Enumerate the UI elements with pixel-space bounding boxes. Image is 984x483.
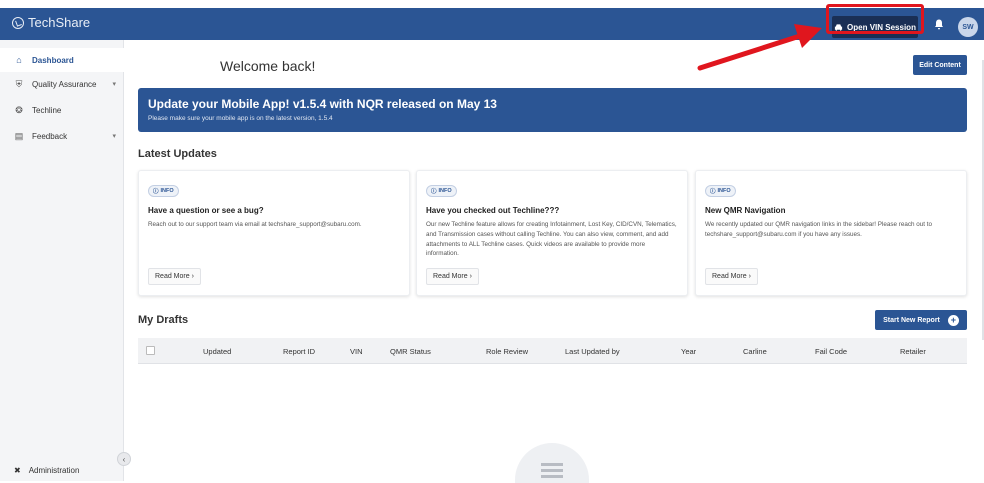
select-all-checkbox[interactable]	[146, 346, 155, 355]
info-badge: ⓘ INFO	[705, 185, 736, 197]
collapse-sidebar-chevron-left-icon[interactable]: ‹	[117, 452, 131, 466]
announcement-banner: Update your Mobile App! v1.5.4 with NQR …	[138, 88, 967, 132]
column-header-vin[interactable]: VIN	[350, 347, 363, 356]
sidebar-item-label: Dashboard	[32, 55, 74, 65]
card-body: We recently updated our QMR navigation l…	[705, 221, 933, 238]
read-more-label: Read More	[155, 273, 190, 280]
sidebar-item-administration[interactable]: ✖ Administration	[14, 466, 79, 475]
sidebar-item-techline[interactable]: ❂ Techline	[0, 98, 124, 122]
update-card: ⓘ INFO Have you checked out Techline??? O…	[416, 170, 688, 296]
badge-label: INFO	[438, 188, 452, 194]
column-header-updated[interactable]: Updated	[203, 347, 231, 356]
update-card: ⓘ INFO New QMR Navigation We recently upd…	[695, 170, 967, 296]
page-title: Welcome back!	[220, 58, 316, 74]
column-header-fail-code[interactable]: Fail Code	[815, 347, 847, 356]
read-more-button[interactable]: Read More ›	[148, 268, 201, 285]
read-more-label: Read More	[433, 273, 468, 280]
chevron-down-icon: ▾	[112, 133, 116, 140]
sidebar-item-label: Feedback	[32, 131, 68, 141]
plus-icon: +	[947, 314, 959, 326]
read-more-label: Read More	[712, 273, 747, 280]
banner-subtitle: Please make sure your mobile app is on t…	[148, 115, 333, 122]
empty-box-icon	[541, 463, 563, 478]
card-title: Have a question or see a bug?	[148, 206, 264, 215]
sidebar-item-quality-assurance[interactable]: ⛨ Quality Assurance ▾	[0, 72, 124, 96]
user-avatar[interactable]: SW	[958, 17, 978, 37]
chevron-right-icon: ›	[191, 273, 194, 280]
start-new-report-button[interactable]: Start New Report +	[875, 310, 967, 330]
logo-mark-icon	[12, 16, 24, 29]
home-icon: ⌂	[16, 55, 22, 65]
info-icon: ⓘ	[710, 189, 716, 195]
card-body: Reach out to our support team via email …	[148, 221, 362, 228]
tools-icon: ✖	[14, 466, 21, 475]
card-title: Have you checked out Techline???	[426, 206, 560, 215]
read-more-button[interactable]: Read More ›	[705, 268, 758, 285]
notifications-bell-icon[interactable]	[934, 19, 944, 33]
my-drafts-heading: My Drafts	[138, 314, 189, 326]
read-more-button[interactable]: Read More ›	[426, 268, 479, 285]
red-annotation-arrow-icon	[697, 24, 822, 71]
feedback-icon: ▤	[14, 130, 24, 141]
techshare-logo[interactable]: TechShare	[12, 15, 90, 30]
update-card: ⓘ INFO Have a question or see a bug? Reac…	[138, 170, 410, 296]
banner-title: Update your Mobile App! v1.5.4 with NQR …	[148, 97, 497, 111]
chevron-right-icon: ›	[469, 273, 472, 280]
latest-updates-heading: Latest Updates	[138, 148, 217, 160]
sidebar-item-label: Administration	[28, 466, 80, 475]
chevron-down-icon: ▾	[112, 81, 116, 88]
sidebar-item-label: Quality Assurance	[32, 79, 97, 89]
red-highlight-box	[826, 4, 924, 34]
empty-state-icon	[515, 443, 589, 483]
column-header-report-id[interactable]: Report ID	[283, 347, 315, 356]
column-header-role-review[interactable]: Role Review	[486, 347, 528, 356]
sidebar-item-dashboard[interactable]: ⌂ Dashboard	[0, 48, 124, 72]
badge-label: INFO	[160, 188, 174, 194]
info-icon: ⓘ	[153, 189, 159, 195]
card-body: Our new Techline feature allows for crea…	[426, 221, 677, 258]
info-badge: ⓘ INFO	[148, 185, 179, 197]
column-header-retailer[interactable]: Retailer	[900, 347, 926, 356]
logo-text: TechShare	[28, 15, 91, 30]
start-new-report-label: Start New Report	[883, 316, 940, 324]
column-header-carline[interactable]: Carline	[743, 347, 767, 356]
column-header-year[interactable]: Year	[681, 347, 696, 356]
card-title: New QMR Navigation	[705, 206, 786, 215]
car-icon: ⛨	[15, 78, 23, 89]
column-header-qmr-status[interactable]: QMR Status	[390, 347, 431, 356]
sidebar: ⌂ Dashboard ⛨ Quality Assurance ▾ ❂ Tech…	[0, 40, 124, 481]
info-icon: ⓘ	[431, 189, 437, 195]
wheel-icon: ❂	[15, 104, 23, 115]
sidebar-item-feedback[interactable]: ▤ Feedback ▾	[0, 124, 124, 148]
edit-content-button[interactable]: Edit Content	[913, 55, 967, 75]
chevron-right-icon: ›	[748, 273, 751, 280]
drafts-table-header: Updated Report ID VIN QMR Status Role Re…	[138, 338, 967, 364]
info-badge: ⓘ INFO	[426, 185, 457, 197]
sidebar-item-label: Techline	[32, 105, 62, 115]
badge-label: INFO	[717, 188, 731, 194]
column-header-last-updated-by[interactable]: Last Updated by	[565, 347, 620, 356]
